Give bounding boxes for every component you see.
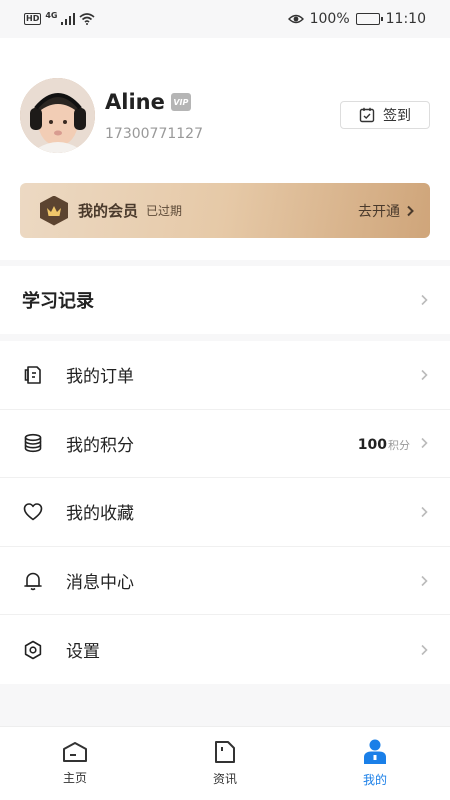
gear-icon: [22, 639, 44, 661]
network-type-label: 4G: [45, 10, 58, 20]
crown-icon: [40, 195, 68, 226]
signin-label: 签到: [383, 108, 411, 124]
bottom-tab-bar: 主页 资讯 我的: [0, 726, 450, 800]
membership-card[interactable]: 我的会员 已过期 去开通: [20, 183, 430, 238]
signal-icon: [61, 13, 76, 25]
chevron-right-icon: [421, 644, 428, 655]
chevron-right-icon: [407, 205, 414, 216]
menu-right: 100积分: [358, 434, 428, 453]
heart-icon: [22, 501, 44, 523]
menu-item-points[interactable]: 我的积分 100积分: [0, 410, 450, 479]
learning-record-row[interactable]: 学习记录: [0, 266, 450, 334]
menu-label-points: 我的积分: [66, 435, 134, 456]
menu-item-settings[interactable]: 设置: [0, 615, 450, 684]
status-bar: HD 4G 100% 11:10: [0, 0, 450, 38]
chevron-right-icon: [421, 506, 428, 518]
username-text: Aline: [105, 90, 165, 114]
coins-icon: [22, 432, 44, 454]
membership-open-link[interactable]: 去开通: [358, 201, 414, 221]
menu-label-messages: 消息中心: [66, 573, 134, 594]
chevron-right-icon: [421, 294, 428, 306]
avatar[interactable]: [20, 78, 95, 153]
news-icon: [215, 741, 235, 763]
chevron-right-icon: [421, 369, 428, 380]
tab-home[interactable]: 主页: [0, 727, 150, 800]
user-icon: [364, 739, 386, 764]
profile-card: Aline VIP 17300771127 签到 我的会员 已过期 去开通: [0, 38, 450, 260]
learning-record-title: 学习记录: [22, 291, 94, 312]
order-icon: [22, 364, 44, 386]
wifi-icon: [79, 13, 96, 25]
chevron-right-icon: [421, 438, 428, 449]
menu-label-settings: 设置: [66, 642, 100, 663]
menu-item-favorites[interactable]: 我的收藏: [0, 478, 450, 547]
menu-right: [420, 575, 428, 587]
home-icon: [63, 742, 87, 762]
calendar-check-icon: [359, 107, 375, 123]
tab-news[interactable]: 资讯: [150, 727, 300, 800]
vip-badge: VIP: [170, 93, 191, 111]
clock: 11:10: [385, 11, 426, 27]
eye-icon: [287, 14, 304, 24]
battery-percent: 100%: [309, 11, 350, 27]
points-unit: 积分: [388, 438, 410, 452]
menu-label-orders: 我的订单: [66, 367, 134, 388]
bell-icon: [22, 570, 44, 592]
tab-label-news: 资讯: [212, 772, 237, 786]
menu-item-orders[interactable]: 我的订单: [0, 341, 450, 410]
points-value: 100积分: [358, 434, 410, 453]
menu-item-messages[interactable]: 消息中心: [0, 547, 450, 616]
membership-action-label: 去开通: [358, 203, 400, 220]
menu-right: [420, 506, 428, 518]
menu-right: [420, 644, 428, 656]
hd-badge: HD: [24, 13, 42, 25]
tab-label-mine: 我的: [362, 773, 387, 787]
points-number: 100: [357, 436, 387, 453]
status-left: HD 4G: [24, 10, 96, 25]
chevron-right-icon: [421, 575, 428, 586]
membership-title: 我的会员: [78, 202, 139, 220]
menu-label-favorites: 我的收藏: [66, 504, 134, 525]
signin-button[interactable]: 签到: [340, 101, 430, 129]
avatar-image: [20, 78, 95, 153]
menu-list: 我的订单 我的积分 100积分 我的收藏 消息中心 设置: [0, 341, 450, 684]
membership-status: 已过期: [146, 204, 183, 218]
phone-number: 17300771127: [105, 126, 203, 142]
username: Aline VIP: [105, 90, 191, 114]
status-right: 100% 11:10: [287, 11, 426, 27]
tab-mine[interactable]: 我的: [300, 727, 450, 800]
battery-icon: [355, 13, 383, 25]
menu-right: [420, 369, 428, 381]
tab-label-home: 主页: [62, 771, 87, 785]
